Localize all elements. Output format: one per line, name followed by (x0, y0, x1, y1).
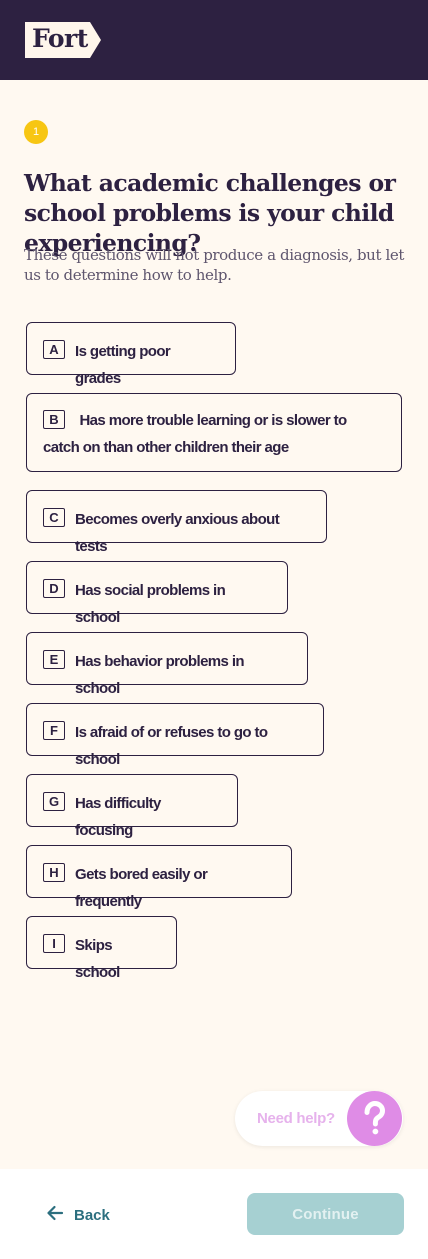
step-number-badge: 1 (24, 120, 48, 144)
option-label: Has more trouble learning or is slower t… (43, 412, 347, 456)
option-label: Has difficulty focusing (75, 795, 161, 839)
option-key: F (43, 721, 65, 740)
question-mark-icon (347, 1091, 402, 1146)
option-d[interactable]: D Has social problems in school (26, 561, 288, 626)
top-header: Fort (0, 0, 428, 80)
option-key: D (43, 579, 65, 598)
option-i[interactable]: I Skips school (26, 916, 177, 981)
option-g[interactable]: G Has difficulty focusing (26, 774, 238, 839)
option-e[interactable]: E Has behavior problems in school (26, 632, 308, 697)
need-help-button[interactable]: Need help? (235, 1091, 403, 1146)
option-label: Becomes overly anxious about tests (75, 511, 280, 555)
back-label: Back (74, 1206, 110, 1224)
option-label: Has behavior problems in school (75, 653, 245, 697)
option-key: C (43, 508, 65, 527)
option-label: Is getting poor grades (75, 343, 171, 387)
arrow-left-icon (46, 1204, 64, 1227)
option-b[interactable]: B Has more trouble learning or is slower… (26, 393, 402, 472)
option-a[interactable]: A Is getting poor grades (26, 322, 236, 387)
option-key: G (43, 792, 65, 811)
option-h[interactable]: H Gets bored easily or frequently (26, 845, 292, 910)
need-help-label: Need help? (257, 1110, 335, 1127)
option-label: Is afraid of or refuses to go to school (75, 724, 268, 768)
option-key: E (43, 650, 65, 669)
logo-text: Fort (32, 24, 88, 53)
fort-logo[interactable]: Fort (25, 22, 101, 58)
option-label: Has social problems in school (75, 582, 226, 626)
option-key: H (43, 863, 65, 882)
option-key: B (43, 409, 65, 429)
option-label: Gets bored easily or frequently (75, 866, 208, 910)
back-button[interactable]: Back (46, 1203, 110, 1227)
option-c[interactable]: C Becomes overly anxious about tests (26, 490, 327, 555)
option-key: A (43, 340, 65, 359)
option-f[interactable]: F Is afraid of or refuses to go to schoo… (26, 703, 324, 768)
continue-button[interactable]: Continue (247, 1193, 404, 1235)
question-subtitle: These questions will not produce a diagn… (24, 246, 404, 284)
option-key: I (43, 934, 65, 953)
option-label: Skips school (75, 937, 120, 981)
